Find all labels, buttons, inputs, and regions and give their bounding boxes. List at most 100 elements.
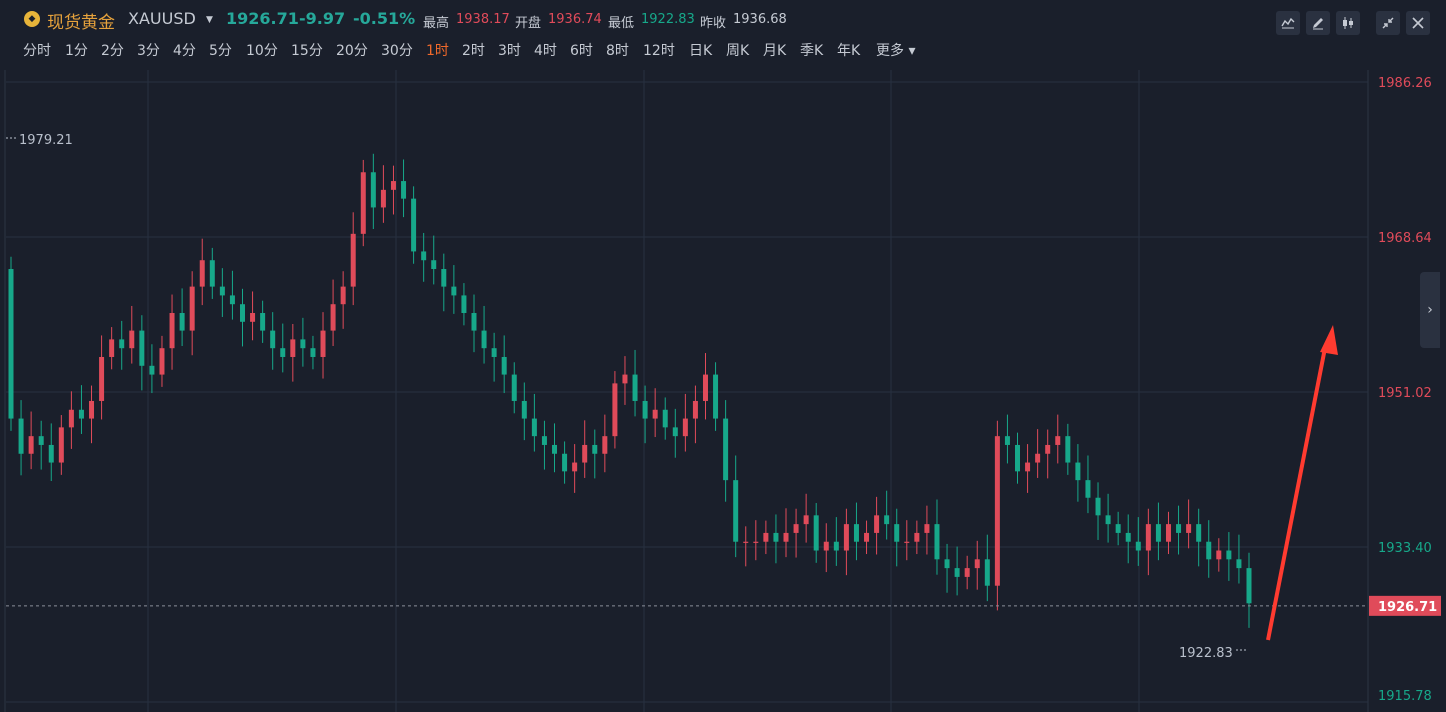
- candle-body-90: [914, 532, 920, 542]
- candle-body-120: [1216, 550, 1222, 560]
- candle-body-91: [924, 524, 930, 533]
- candle-body-82: [833, 541, 839, 551]
- candle-body-95: [964, 568, 970, 577]
- candle-body-13: [139, 330, 145, 366]
- candle-body-22: [229, 295, 235, 305]
- candle-body-112: [1135, 541, 1141, 551]
- candle-body-74: [753, 541, 759, 543]
- candle-body-17: [179, 313, 185, 331]
- candle-body-100: [1015, 444, 1021, 472]
- candle-body-34: [350, 233, 356, 287]
- y-tick-label-3: 1933.40: [1378, 541, 1432, 556]
- candle-body-116: [1176, 524, 1182, 533]
- candle-body-79: [803, 515, 809, 525]
- candle-body-88: [894, 524, 900, 542]
- candle-body-113: [1145, 524, 1151, 551]
- candlestick-chart[interactable]: 1986.26 1968.64 1951.02 1933.40 1915.78 1979.…: [0, 0, 1446, 712]
- candle-body-42: [431, 260, 437, 270]
- candle-body-55: [562, 453, 568, 472]
- candle-body-122: [1236, 559, 1242, 569]
- candle-body-117: [1186, 524, 1192, 533]
- candle-body-80: [813, 515, 819, 551]
- candle-body-47: [481, 330, 487, 349]
- y-tick-label-0: 1986.26: [1378, 76, 1432, 91]
- candle-body-84: [853, 524, 859, 542]
- last-price-tag-label: 1926.71: [1378, 600, 1437, 615]
- candle-body-8: [89, 400, 95, 419]
- candle-body-29: [300, 339, 306, 349]
- candle-body-86: [874, 515, 880, 533]
- candle-body-93: [944, 559, 950, 569]
- annotation-arrow-head: [1320, 325, 1338, 355]
- candle-body-96: [974, 559, 980, 569]
- candle-body-101: [1025, 462, 1031, 472]
- candle-body-62: [632, 374, 638, 401]
- candle-body-52: [531, 418, 537, 437]
- candle-body-21: [219, 286, 225, 296]
- candle-body-63: [642, 400, 648, 419]
- candle-body-70: [713, 374, 719, 419]
- candle-body-121: [1226, 550, 1232, 560]
- candle-body-60: [612, 383, 618, 437]
- candle-body-98: [994, 436, 1000, 586]
- candle-body-54: [552, 444, 558, 454]
- candle-body-65: [662, 409, 668, 428]
- candle-body-53: [541, 436, 547, 445]
- candle-body-2: [28, 436, 34, 454]
- candle-body-0: [8, 269, 14, 419]
- candle-body-103: [1045, 444, 1051, 454]
- candle-body-61: [622, 374, 628, 384]
- candle-body-33: [340, 286, 346, 305]
- candle-body-43: [441, 269, 447, 287]
- chevron-right-icon: ›: [1427, 302, 1433, 318]
- candle-body-27: [280, 348, 286, 357]
- candle-body-110: [1115, 524, 1121, 533]
- candle-body-64: [652, 409, 658, 419]
- candle-body-44: [451, 286, 457, 296]
- candle-body-46: [471, 313, 477, 331]
- candle-body-73: [743, 541, 749, 543]
- expand-panel-handle[interactable]: ›: [1420, 272, 1440, 348]
- candle-body-69: [702, 374, 708, 401]
- candle-body-71: [723, 418, 729, 481]
- candle-body-106: [1075, 462, 1081, 481]
- candle-body-56: [572, 462, 578, 472]
- candle-body-102: [1035, 453, 1041, 463]
- candle-body-115: [1165, 524, 1171, 542]
- candle-body-3: [38, 436, 44, 445]
- candle-body-31: [320, 330, 326, 357]
- candle-body-111: [1125, 532, 1131, 542]
- candle-body-123: [1246, 568, 1252, 604]
- y-tick-label-2: 1951.02: [1378, 386, 1432, 401]
- candle-body-72: [733, 480, 739, 542]
- candle-body-18: [189, 286, 195, 331]
- candle-body-104: [1055, 436, 1061, 445]
- candle-body-41: [421, 251, 427, 261]
- candle-body-48: [491, 348, 497, 357]
- candle-body-10: [109, 339, 115, 357]
- candle-body-26: [270, 330, 276, 349]
- candle-body-20: [209, 260, 215, 287]
- candle-body-32: [330, 304, 336, 331]
- candle-body-39: [401, 181, 407, 199]
- min-marker-label: 1922.83: [1179, 646, 1233, 661]
- candle-body-76: [773, 532, 779, 542]
- candle-body-66: [672, 427, 678, 437]
- candle-body-45: [461, 295, 467, 314]
- candle-body-114: [1155, 524, 1161, 542]
- candle-body-25: [260, 313, 266, 331]
- candle-body-12: [129, 330, 135, 349]
- candle-body-11: [119, 339, 125, 349]
- candle-body-19: [199, 260, 205, 287]
- candle-body-75: [763, 532, 769, 542]
- y-tick-label-1: 1968.64: [1378, 231, 1432, 246]
- candle-body-78: [793, 524, 799, 533]
- candle-body-68: [692, 400, 698, 419]
- candle-body-9: [99, 356, 105, 401]
- candle-body-7: [78, 409, 84, 419]
- candle-body-119: [1206, 541, 1212, 560]
- candle-body-94: [954, 568, 960, 577]
- candle-body-6: [68, 409, 74, 428]
- candle-body-30: [310, 348, 316, 357]
- candle-body-67: [682, 418, 688, 437]
